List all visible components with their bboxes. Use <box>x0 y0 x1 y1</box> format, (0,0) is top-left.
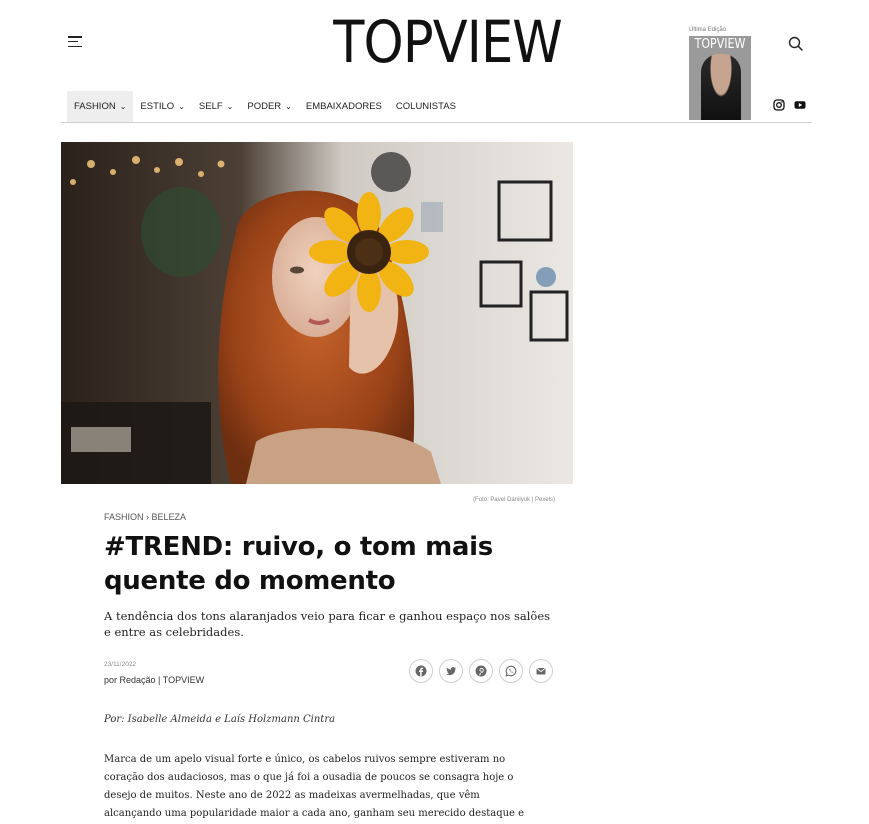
byline-prefix: por <box>104 675 118 685</box>
nav-item-label: FASHION <box>74 101 116 112</box>
nav-item-label: EMBAIXADORES <box>305 101 382 112</box>
twitter-icon <box>446 667 456 676</box>
twitter-share-button[interactable] <box>439 659 463 683</box>
nav-divider <box>61 122 812 123</box>
latest-edition-cover[interactable]: TOPVIEW <box>689 36 751 120</box>
facebook-icon <box>415 665 427 677</box>
photo-credit: (Foto: Pavel Danilyuk | Pexels) <box>473 497 555 503</box>
chevron-down-icon: ⌄ <box>178 102 185 111</box>
share-buttons <box>409 659 553 683</box>
whatsapp-icon <box>505 665 517 677</box>
facebook-share-button[interactable] <box>409 659 433 683</box>
social-links <box>773 98 806 111</box>
byline-author-link[interactable]: Redação | TOPVIEW <box>120 675 205 685</box>
breadcrumb: FASHION › BELEZA <box>104 512 186 522</box>
chevron-down-icon: ⌄ <box>119 102 127 111</box>
breadcrumb-section-link[interactable]: FASHION <box>104 512 144 522</box>
whatsapp-share-button[interactable] <box>499 659 523 683</box>
nav-item-label: PODER <box>247 101 282 112</box>
nav-item-embaixadores[interactable]: EMBAIXADORES <box>299 91 389 122</box>
cover-portrait <box>701 54 741 120</box>
nav-item-label: ESTILO <box>140 101 175 112</box>
main-nav: FASHION ⌄ ESTILO ⌄ SELF ⌄ PODER ⌄ EMBAIXADOR… <box>67 91 463 122</box>
site-logo[interactable]: TOPVIEW <box>333 10 563 74</box>
breadcrumb-separator: › <box>146 512 150 522</box>
hero-image <box>61 142 573 484</box>
nav-item-colunistas[interactable]: COLUNISTAS <box>389 91 463 122</box>
nav-item-label: SELF <box>198 101 223 112</box>
article-dek: A tendência dos tons alaranjados veio pa… <box>104 609 551 639</box>
instagram-icon[interactable] <box>773 98 785 111</box>
cover-title: TOPVIEW <box>694 37 746 52</box>
chevron-down-icon: ⌄ <box>226 102 234 111</box>
latest-edition[interactable]: Última Edição TOPVIEW <box>689 26 753 120</box>
email-icon <box>536 668 546 675</box>
hamburger-menu-icon[interactable] <box>68 36 82 48</box>
article-date: 23/11/2022 <box>104 661 137 668</box>
breadcrumb-subsection-link[interactable]: BELEZA <box>152 512 187 522</box>
nav-item-label: COLUNISTAS <box>395 101 456 112</box>
article-body: Marca de um apelo visual forte e único, … <box>104 754 525 819</box>
search-icon[interactable] <box>788 36 804 52</box>
pinterest-share-button[interactable] <box>469 659 493 683</box>
chevron-down-icon: ⌄ <box>285 102 292 111</box>
article-byline: por Redação | TOPVIEW <box>104 675 204 685</box>
latest-edition-label: Última Edição <box>689 27 727 33</box>
nav-item-poder[interactable]: PODER ⌄ <box>240 91 299 122</box>
youtube-icon[interactable] <box>794 98 806 110</box>
article-authors: Por: Isabelle Almeida e Laís Holzmann Ci… <box>104 714 336 725</box>
pinterest-icon <box>475 665 487 677</box>
article-headline: #TREND: ruivo, o tom mais quente do mome… <box>104 532 493 596</box>
nav-item-self[interactable]: SELF ⌄ <box>192 91 240 122</box>
nav-item-fashion[interactable]: FASHION ⌄ <box>67 91 134 122</box>
nav-item-estilo[interactable]: ESTILO ⌄ <box>133 91 192 122</box>
email-share-button[interactable] <box>529 659 553 683</box>
